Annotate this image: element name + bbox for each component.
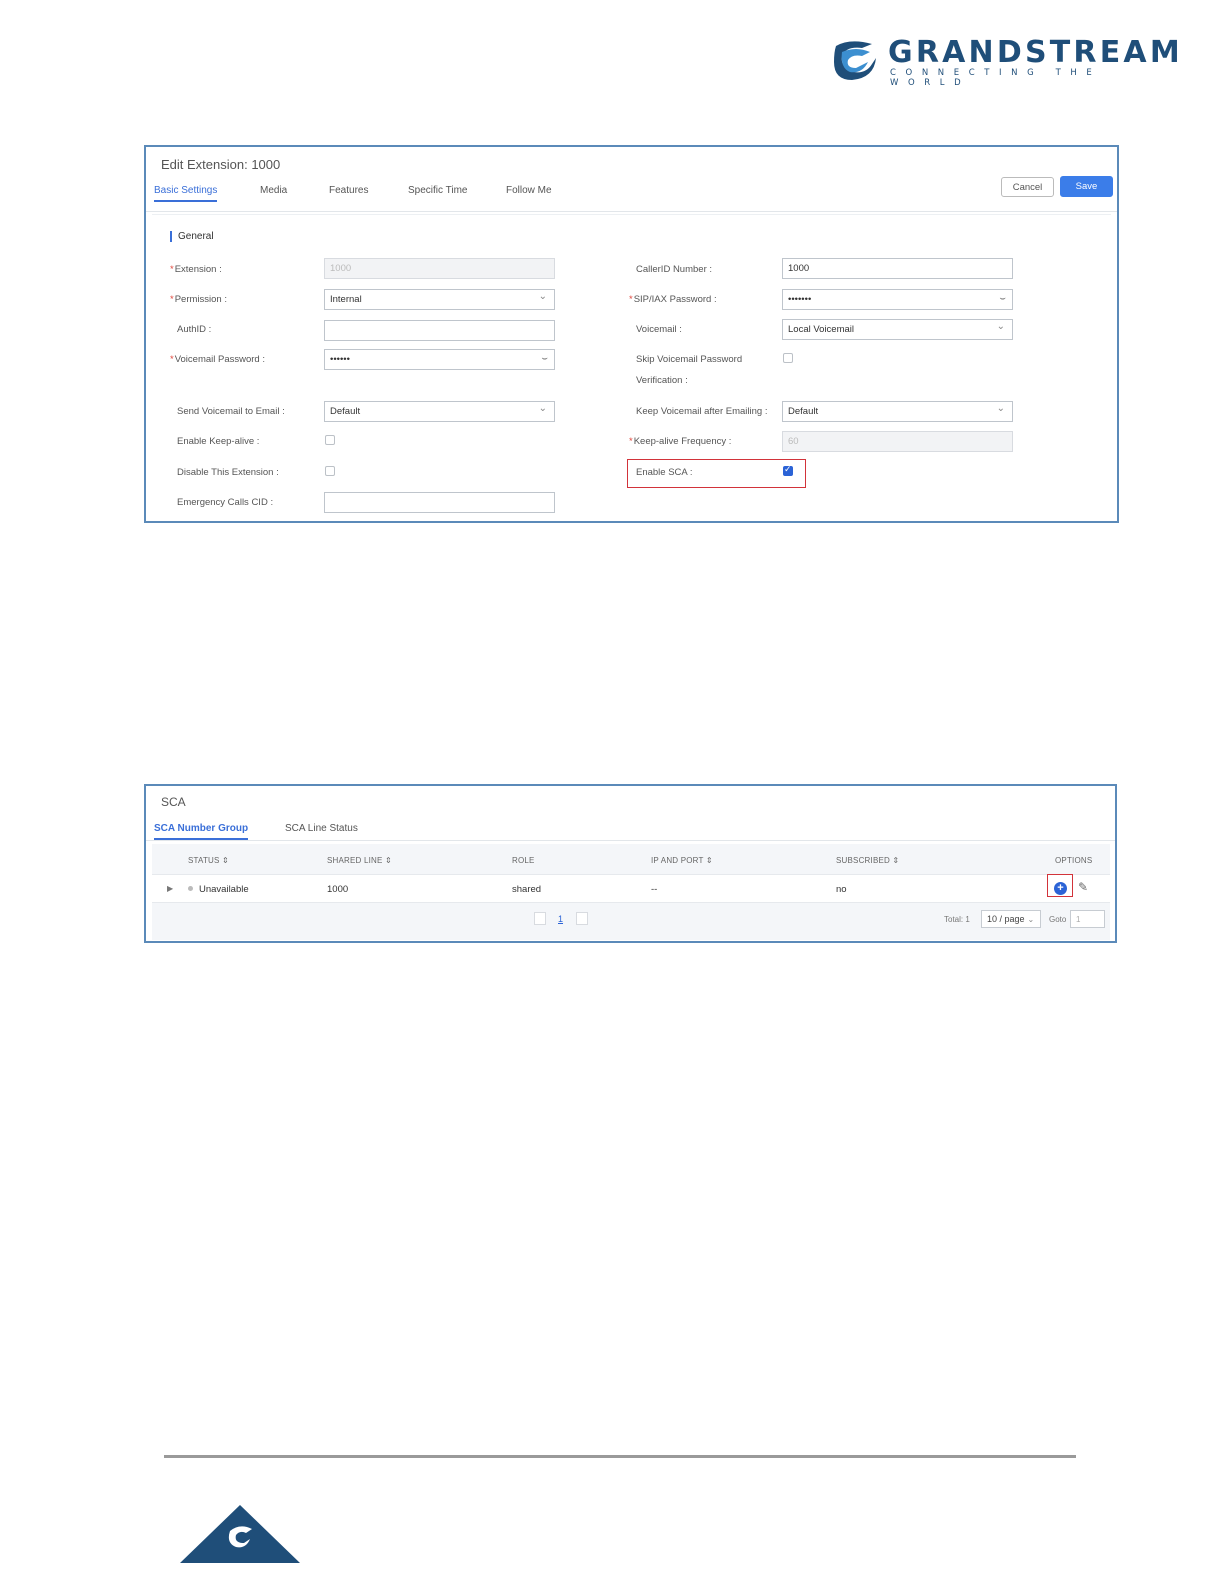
sip-password-label: *SIP/IAX Password :	[629, 294, 717, 305]
role-cell: shared	[512, 884, 542, 895]
sca-title: SCA	[161, 795, 186, 809]
edit-extension-panel: Edit Extension: 1000 Basic Settings Medi…	[144, 145, 1119, 523]
sip-password-field[interactable]: ••••••• ⌣	[782, 289, 1013, 310]
callerid-label: CallerID Number :	[636, 264, 713, 275]
table-row: ▶ Unavailable 1000 shared -- no + ✎	[152, 874, 1110, 903]
footer-logo	[180, 1505, 300, 1565]
emergency-cid-label: Emergency Calls CID :	[177, 497, 274, 508]
sca-panel: SCA SCA Number Group SCA Line Status STA…	[144, 784, 1117, 943]
keepalive-label: Enable Keep-alive :	[177, 436, 260, 447]
keepalive-frequency-label: *Keep-alive Frequency :	[629, 436, 732, 447]
status-dot-icon	[188, 885, 193, 891]
keep-voicemail-label: Keep Voicemail after Emailing :	[636, 406, 768, 417]
tab-divider	[146, 211, 1117, 212]
authid-label: AuthID :	[177, 324, 212, 335]
enable-sca-checkbox[interactable]	[783, 464, 793, 476]
expand-row-icon[interactable]: ▶	[167, 884, 173, 893]
hide-password-icon[interactable]: ⌣	[999, 293, 1006, 304]
page-number[interactable]: 1	[558, 914, 563, 924]
hide-password-icon[interactable]: ⌣	[541, 353, 548, 364]
keep-voicemail-select[interactable]: Default	[782, 401, 1013, 422]
sca-tab-divider	[146, 840, 1115, 841]
col-options: OPTIONS	[1055, 856, 1093, 865]
disable-extension-label: Disable This Extension :	[177, 467, 279, 478]
tab-follow-me[interactable]: Follow Me	[506, 185, 552, 196]
tab-specific-time[interactable]: Specific Time	[408, 185, 467, 196]
col-status[interactable]: STATUS ⇕	[188, 856, 229, 865]
page-title: Edit Extension: 1000	[161, 157, 281, 172]
tab-sca-line-status[interactable]: SCA Line Status	[285, 823, 358, 834]
content-divider	[152, 214, 1111, 215]
footer-logo-icon	[180, 1505, 300, 1563]
skip-voicemail-label-line2: Verification :	[636, 375, 688, 386]
permission-select[interactable]: Internal	[324, 289, 555, 310]
ip-port-cell: --	[651, 884, 658, 895]
col-ip-port[interactable]: IP AND PORT ⇕	[651, 856, 713, 865]
send-voicemail-email-select[interactable]: Default	[324, 401, 555, 422]
chevron-down-icon: ⌄	[1027, 914, 1035, 924]
permission-label: *Permission :	[170, 294, 227, 305]
status-cell: Unavailable	[188, 884, 249, 895]
total-count: Total: 1	[944, 915, 970, 924]
prev-page-button[interactable]	[534, 912, 546, 925]
col-shared-line[interactable]: SHARED LINE ⇕	[327, 856, 392, 865]
tab-basic-settings[interactable]: Basic Settings	[154, 185, 218, 202]
extension-label: *Extension :	[170, 264, 222, 275]
add-icon[interactable]: +	[1054, 882, 1067, 895]
skip-voicemail-label-line1: Skip Voicemail Password	[636, 354, 743, 365]
section-general: General	[170, 231, 214, 242]
footer-divider	[164, 1455, 1076, 1458]
goto-input[interactable]: 1	[1070, 910, 1105, 928]
extension-field: 1000	[324, 258, 555, 279]
keepalive-checkbox[interactable]	[325, 435, 335, 445]
voicemail-label: Voicemail :	[636, 324, 682, 335]
sca-table: STATUS ⇕ SHARED LINE ⇕ ROLE IP AND PORT …	[152, 844, 1110, 940]
skip-voicemail-checkbox[interactable]	[783, 353, 793, 363]
enable-sca-label: Enable SCA :	[636, 467, 693, 478]
col-role: ROLE	[512, 856, 535, 865]
grandstream-logo: GRANDSTREAM CONNECTING THE WORLD	[832, 38, 1180, 88]
tab-sca-number-group[interactable]: SCA Number Group	[154, 823, 249, 840]
subscribed-cell: no	[836, 884, 847, 895]
cancel-button[interactable]: Cancel	[1001, 177, 1054, 197]
callerid-field[interactable]: 1000	[782, 258, 1013, 279]
tab-features[interactable]: Features	[329, 185, 368, 196]
table-header: STATUS ⇕ SHARED LINE ⇕ ROLE IP AND PORT …	[152, 844, 1110, 874]
col-subscribed[interactable]: SUBSCRIBED ⇕	[836, 856, 899, 865]
goto-label: Goto	[1049, 915, 1067, 924]
send-voicemail-email-label: Send Voicemail to Email :	[177, 406, 285, 417]
keepalive-frequency-field: 60	[782, 431, 1013, 452]
authid-field[interactable]	[324, 320, 555, 341]
edit-icon[interactable]: ✎	[1078, 880, 1088, 894]
page-size-select[interactable]: 10 / page ⌄	[981, 910, 1041, 928]
save-button[interactable]: Save	[1060, 176, 1113, 197]
next-page-button[interactable]	[576, 912, 588, 925]
voicemail-password-field[interactable]: •••••• ⌣	[324, 349, 555, 370]
tab-media[interactable]: Media	[260, 185, 287, 196]
grandstream-mark-icon	[834, 41, 876, 80]
brand-name: GRANDSTREAM	[888, 35, 1183, 70]
shared-line-cell: 1000	[327, 884, 349, 895]
disable-extension-checkbox[interactable]	[325, 466, 335, 476]
brand-tagline: CONNECTING THE WORLD	[890, 68, 1102, 88]
emergency-cid-field[interactable]	[324, 492, 555, 513]
voicemail-password-label: *Voicemail Password :	[170, 354, 265, 365]
voicemail-select[interactable]: Local Voicemail	[782, 319, 1013, 340]
